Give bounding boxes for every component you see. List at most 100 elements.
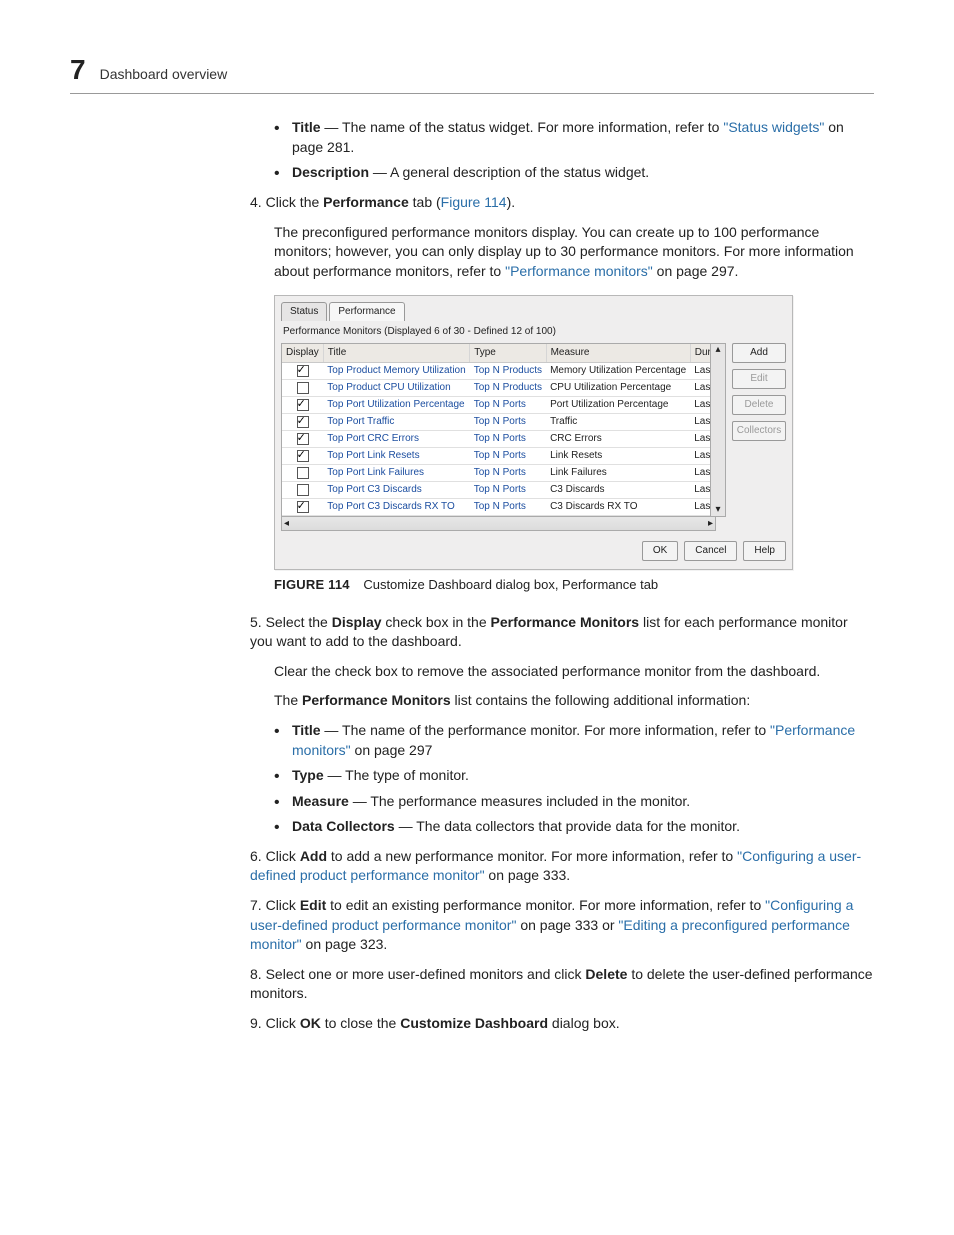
customize-dashboard-dialog: Status Performance Performance Monitors … xyxy=(274,295,793,570)
delete-button: Delete xyxy=(732,395,786,415)
bullet-item: Title — The name of the performance moni… xyxy=(274,721,874,760)
column-header[interactable]: Duration xyxy=(690,344,711,363)
display-checkbox[interactable] xyxy=(297,399,309,411)
cancel-button[interactable]: Cancel xyxy=(684,541,737,561)
monitor-duration: Last 24 Hours xyxy=(690,448,711,465)
content-area: Title — The name of the status widget. F… xyxy=(250,118,874,1033)
monitor-title: Top Product CPU Utilization xyxy=(323,380,469,397)
bullet-item: Description — A general description of t… xyxy=(274,163,874,183)
table-row[interactable]: Top Port Encode Error OutTop N PortsEnco… xyxy=(282,516,711,518)
display-checkbox[interactable] xyxy=(297,365,309,377)
figure-link[interactable]: Figure 114 xyxy=(441,194,507,210)
scroll-up-icon[interactable]: ▴ xyxy=(715,344,720,356)
monitor-type: Top N Ports xyxy=(470,414,546,431)
table-row[interactable]: Top Product CPU UtilizationTop N Product… xyxy=(282,380,711,397)
monitor-measure: C3 Discards xyxy=(546,482,690,499)
figure-114-dialog: Status Performance Performance Monitors … xyxy=(274,295,874,570)
display-checkbox[interactable] xyxy=(297,467,309,479)
monitor-measure: Encode Error Out xyxy=(546,516,690,518)
monitor-title: Top Port Encode Error Out xyxy=(323,516,469,518)
intro-bullet-list: Title — The name of the status widget. F… xyxy=(274,118,874,183)
step-5-bullets: Title — The name of the performance moni… xyxy=(274,721,874,837)
display-checkbox[interactable] xyxy=(297,450,309,462)
monitor-duration: Last 30 Min xyxy=(690,516,711,518)
step-6: 6. Click Add to add a new performance mo… xyxy=(250,847,874,886)
display-checkbox[interactable] xyxy=(297,433,309,445)
monitor-measure: CRC Errors xyxy=(546,431,690,448)
bullet-item: Data Collectors — The data collectors th… xyxy=(274,817,874,837)
monitor-title: Top Product Memory Utilization xyxy=(323,363,469,380)
monitor-type: Top N Products xyxy=(470,380,546,397)
figure-caption: FIGURE 114 Customize Dashboard dialog bo… xyxy=(274,576,874,594)
step-8: 8. Select one or more user-defined monit… xyxy=(250,965,874,1004)
display-checkbox[interactable] xyxy=(297,382,309,394)
monitor-title: Top Port C3 Discards RX TO xyxy=(323,499,469,516)
dialog-subhead: Performance Monitors (Displayed 6 of 30 … xyxy=(283,325,784,339)
table-row[interactable]: Top Port Link FailuresTop N PortsLink Fa… xyxy=(282,465,711,482)
column-header[interactable]: Type xyxy=(470,344,546,363)
ok-button[interactable]: OK xyxy=(642,541,678,561)
monitors-table: DisplayTitleTypeMeasureDuration Top Prod… xyxy=(282,344,711,517)
monitor-title: Top Port Link Failures xyxy=(323,465,469,482)
bullet-item: Title — The name of the status widget. F… xyxy=(274,118,874,157)
table-row[interactable]: Top Product Memory UtilizationTop N Prod… xyxy=(282,363,711,380)
monitor-title: Top Port Traffic xyxy=(323,414,469,431)
monitor-measure: Memory Utilization Percentage xyxy=(546,363,690,380)
monitor-duration: Last 30 Min xyxy=(690,363,711,380)
column-header[interactable]: Title xyxy=(323,344,469,363)
tab-status[interactable]: Status xyxy=(281,302,327,321)
column-header[interactable]: Display xyxy=(282,344,323,363)
monitor-duration: Last 30 Min xyxy=(690,397,711,414)
monitor-type: Top N Ports xyxy=(470,499,546,516)
monitor-measure: Link Failures xyxy=(546,465,690,482)
table-row[interactable]: Top Port Utilization PercentageTop N Por… xyxy=(282,397,711,414)
scroll-left-icon[interactable]: ◂ xyxy=(284,517,289,531)
chapter-number: 7 xyxy=(70,50,86,89)
monitor-measure: Link Resets xyxy=(546,448,690,465)
monitor-type: Top N Ports xyxy=(470,516,546,518)
monitor-type: Top N Ports xyxy=(470,465,546,482)
display-checkbox[interactable] xyxy=(297,416,309,428)
monitor-type: Top N Products xyxy=(470,363,546,380)
display-checkbox[interactable] xyxy=(297,484,309,496)
monitor-duration: Last 24 Hours xyxy=(690,499,711,516)
table-row[interactable]: Top Port TrafficTop N PortsTrafficLast 3… xyxy=(282,414,711,431)
monitor-type: Top N Ports xyxy=(470,448,546,465)
step-9: 9. Click OK to close the Customize Dashb… xyxy=(250,1014,874,1034)
vertical-scrollbar[interactable]: ▴ ▾ xyxy=(711,343,726,517)
table-row[interactable]: Top Port C3 DiscardsTop N PortsC3 Discar… xyxy=(282,482,711,499)
monitor-duration: Last 30 Min xyxy=(690,482,711,499)
monitor-type: Top N Ports xyxy=(470,482,546,499)
table-row[interactable]: Top Port C3 Discards RX TOTop N PortsC3 … xyxy=(282,499,711,516)
bullet-item: Measure — The performance measures inclu… xyxy=(274,792,874,812)
page-title: Dashboard overview xyxy=(100,65,228,85)
performance-monitors-link[interactable]: "Performance monitors" xyxy=(505,263,653,279)
display-checkbox[interactable] xyxy=(297,501,309,513)
table-row[interactable]: Top Port CRC ErrorsTop N PortsCRC Errors… xyxy=(282,431,711,448)
step-5: 5. Select the Display check box in the P… xyxy=(250,613,874,837)
monitors-table-scroll[interactable]: DisplayTitleTypeMeasureDuration Top Prod… xyxy=(281,343,711,517)
column-header[interactable]: Measure xyxy=(546,344,690,363)
scroll-right-icon[interactable]: ▸ xyxy=(708,517,713,531)
page-header: 7 Dashboard overview xyxy=(70,50,874,94)
monitor-title: Top Port Link Resets xyxy=(323,448,469,465)
collectors-button: Collectors xyxy=(732,421,786,441)
monitor-type: Top N Ports xyxy=(470,431,546,448)
doc-link[interactable]: "Status widgets" xyxy=(723,119,824,135)
monitor-measure: Traffic xyxy=(546,414,690,431)
monitor-measure: Port Utilization Percentage xyxy=(546,397,690,414)
monitor-measure: CPU Utilization Percentage xyxy=(546,380,690,397)
add-button[interactable]: Add xyxy=(732,343,786,363)
help-button[interactable]: Help xyxy=(743,541,786,561)
dialog-side-buttons: AddEditDeleteCollectors xyxy=(732,343,786,517)
step-4-description: The preconfigured performance monitors d… xyxy=(274,223,874,282)
doc-link[interactable]: "Performance monitors" xyxy=(292,722,855,758)
scroll-down-icon[interactable]: ▾ xyxy=(715,504,720,516)
step-4: 4. Click the Performance tab (Figure 114… xyxy=(250,193,874,595)
horizontal-scrollbar[interactable]: ◂ ▸ xyxy=(281,517,716,531)
monitor-duration: Last 30 Min xyxy=(690,465,711,482)
table-row[interactable]: Top Port Link ResetsTop N PortsLink Rese… xyxy=(282,448,711,465)
tab-performance[interactable]: Performance xyxy=(329,302,404,321)
bullet-item: Type — The type of monitor. xyxy=(274,766,874,786)
monitor-type: Top N Ports xyxy=(470,397,546,414)
